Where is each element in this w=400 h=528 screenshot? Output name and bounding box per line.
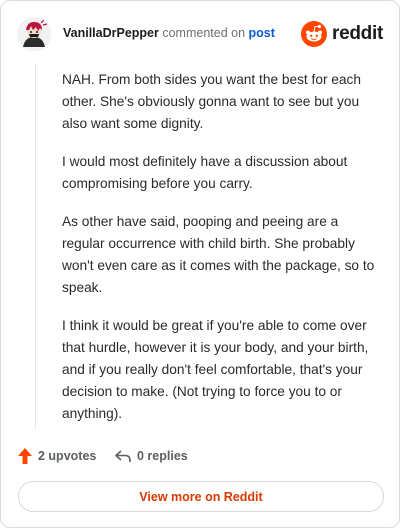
reddit-logo-icon bbox=[301, 21, 328, 47]
comment-body: NAH. From both sides you want the best f… bbox=[62, 69, 380, 441]
byline: VanillaDrPepper commented on post bbox=[63, 26, 275, 40]
reddit-logo[interactable]: reddit bbox=[301, 20, 383, 48]
embedded-comment-card: VanillaDrPepper commented on post reddit… bbox=[0, 0, 400, 528]
post-link[interactable]: post bbox=[249, 26, 275, 40]
view-more-label: View more on Reddit bbox=[139, 489, 263, 504]
reply-count: 0 replies bbox=[137, 449, 188, 463]
comment-paragraph: I would most definitely have a discussio… bbox=[62, 154, 348, 191]
thread-line bbox=[35, 63, 36, 429]
upvote-arrow-icon bbox=[18, 448, 32, 464]
view-more-button[interactable]: View more on Reddit bbox=[18, 481, 384, 512]
upvote-count: 2 upvotes bbox=[38, 449, 97, 463]
replies-button[interactable]: 0 replies bbox=[114, 445, 188, 467]
comment-paragraph: As other have said, pooping and peeing a… bbox=[62, 214, 375, 295]
reddit-wordmark: reddit bbox=[332, 23, 383, 44]
upvote-button[interactable]: 2 upvotes bbox=[17, 445, 96, 467]
comment-paragraph: NAH. From both sides you want the best f… bbox=[62, 72, 361, 131]
username-link[interactable]: VanillaDrPepper bbox=[63, 26, 159, 40]
comment-actions: 2 upvotes 0 replies bbox=[17, 445, 377, 467]
comment-paragraph: I think it would be great if you're able… bbox=[62, 318, 369, 421]
avatar[interactable] bbox=[17, 17, 51, 51]
commented-on-text: commented on bbox=[162, 26, 246, 40]
comment-header: VanillaDrPepper commented on post reddit bbox=[17, 17, 383, 53]
reply-icon bbox=[115, 450, 131, 462]
